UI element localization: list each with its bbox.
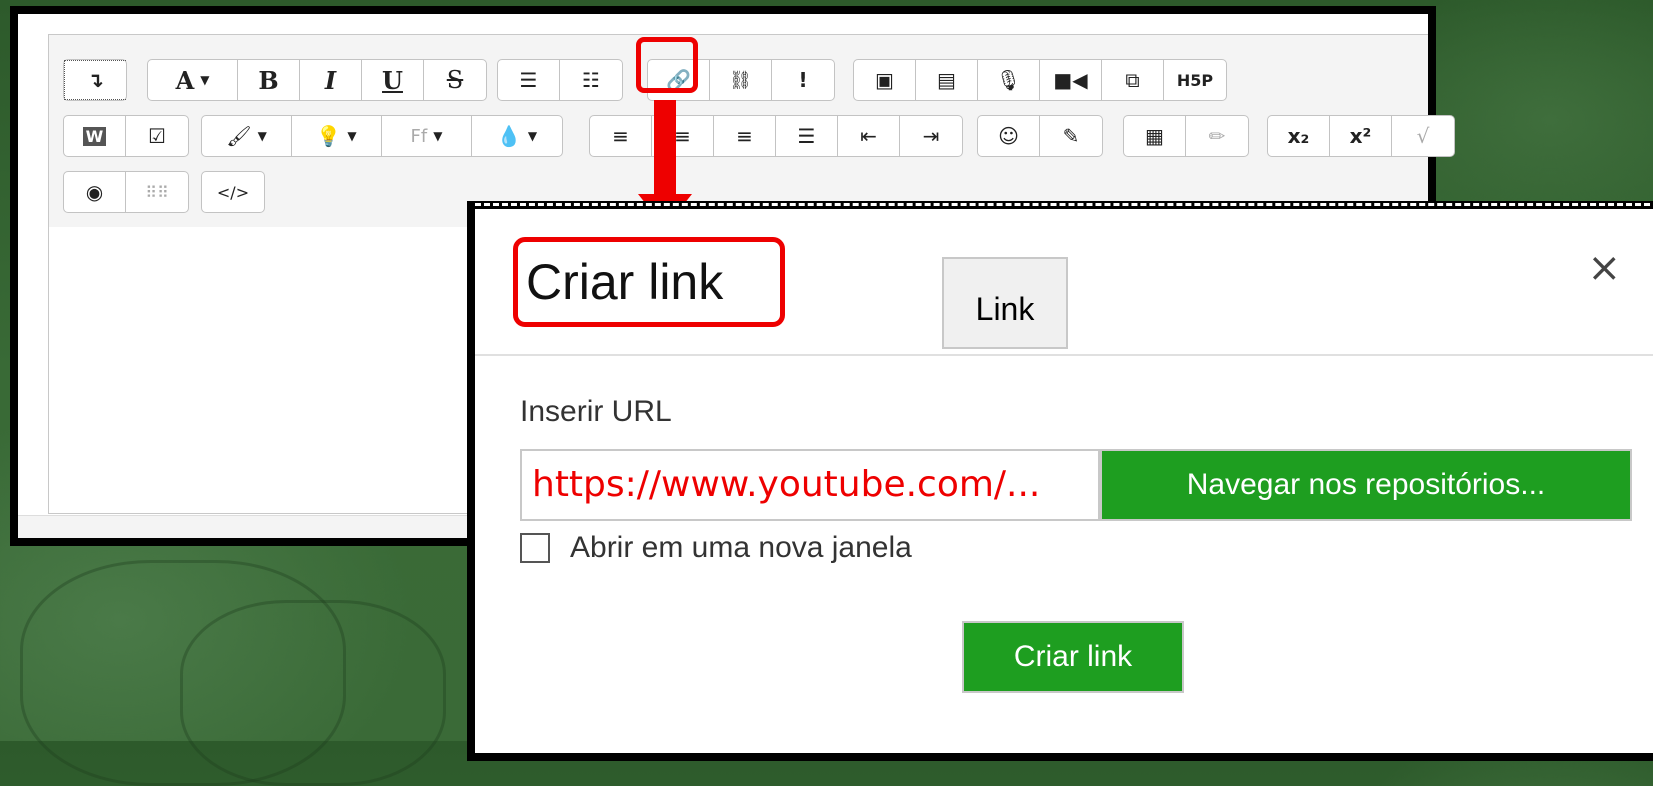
annotation-arrow-shaft <box>654 100 676 196</box>
dialog-header: Criar link Link × <box>475 209 1653 356</box>
manage-files-button[interactable]: ⧉ <box>1102 60 1164 100</box>
paste-from-word-button[interactable]: W <box>64 116 126 156</box>
collapse-toolbar-button[interactable]: ↴ <box>64 60 126 100</box>
screen-reader-helper-button[interactable]: ⠿⠿ <box>126 172 188 212</box>
chevron-down-icon: ▼ <box>347 129 357 143</box>
table-icon: ▦ <box>1145 124 1164 148</box>
braille-icon: ⠿⠿ <box>145 182 169 202</box>
bullet-list-button[interactable]: ☰ <box>498 60 560 100</box>
toolbar-group-paste: W ☑ <box>63 115 189 157</box>
toolbar-group-insert: ☺ ✎ <box>977 115 1103 157</box>
browse-repositories-button[interactable]: Navegar nos repositórios... <box>1100 449 1632 521</box>
chevron-down-icon: ▼ <box>433 129 443 143</box>
emoji-button[interactable]: ☺ <box>978 116 1040 156</box>
bullet-list-icon: ☰ <box>519 68 538 92</box>
accessibility-icon: ◉ <box>85 180 104 204</box>
superscript-button[interactable]: x² <box>1330 116 1392 156</box>
indent-button[interactable]: ⇥ <box>900 116 962 156</box>
lightbulb-icon: 💡 <box>316 124 342 148</box>
toolbar-group-table: ▦ ✏ <box>1123 115 1249 157</box>
image-icon: ▣ <box>875 68 894 92</box>
subscript-button[interactable]: x₂ <box>1268 116 1330 156</box>
dialog-border-dots <box>475 727 1653 730</box>
toolbar-group-collapse: ↴ <box>63 59 127 101</box>
pencil-icon: ✏ <box>1208 124 1226 148</box>
unlink-button[interactable]: ⛓ <box>710 60 772 100</box>
media-icon: ▤ <box>937 68 956 92</box>
numbered-list-button[interactable]: ☷ <box>560 60 622 100</box>
strikethrough-button[interactable]: S <box>424 60 486 100</box>
align-right-button[interactable]: ≡ <box>714 116 776 156</box>
paintbrush-icon: 🖌 <box>226 124 252 148</box>
dialog-border-dots <box>475 203 1653 206</box>
video-camera-icon: ■◀ <box>1053 68 1088 92</box>
align-center-icon: ≡ <box>674 124 691 148</box>
paintbrush-button[interactable]: 🖌 ▼ <box>202 116 292 156</box>
microphone-icon: 🎙 <box>995 68 1022 92</box>
outdent-button[interactable]: ⇤ <box>838 116 900 156</box>
url-label: Inserir URL <box>520 395 672 428</box>
pencil-button[interactable]: ✏ <box>1186 116 1248 156</box>
new-window-label: Abrir em uma nova janela <box>570 531 912 564</box>
outdent-icon: ⇤ <box>860 124 877 148</box>
toolbar-group-html: </> <box>201 171 265 213</box>
record-video-button[interactable]: ■◀ <box>1040 60 1102 100</box>
link-button-highlight <box>636 37 698 93</box>
chevron-down-icon: ▼ <box>200 73 210 87</box>
align-right-icon: ≡ <box>736 124 753 148</box>
smiley-icon: ☺ <box>998 124 1019 148</box>
bold-button[interactable]: B <box>238 60 300 100</box>
tab-link[interactable]: Link <box>942 257 1068 349</box>
new-window-checkbox[interactable] <box>520 533 550 563</box>
create-link-button[interactable]: Criar link <box>962 621 1184 693</box>
table-button[interactable]: ▦ <box>1124 116 1186 156</box>
toolbar-group-format: 🖌 ▼ 💡 ▼ Ff ▼ 💧 ▼ <box>201 115 563 157</box>
checklist-button[interactable]: ☑ <box>126 116 188 156</box>
align-left-icon: ≡ <box>612 124 629 148</box>
accessibility-checker-button[interactable]: ◉ <box>64 172 126 212</box>
no-autolink-button[interactable]: ! <box>772 60 834 100</box>
checklist-icon: ☑ <box>148 124 166 148</box>
align-left-button[interactable]: ≡ <box>590 116 652 156</box>
font-color-button[interactable]: A ▼ <box>148 60 238 100</box>
background-color-button[interactable]: 💧 ▼ <box>472 116 562 156</box>
toolbar-group-accessibility: ◉ ⠿⠿ <box>63 171 189 213</box>
edit-button[interactable]: ✎ <box>1040 116 1102 156</box>
dialog-title: Criar link <box>513 237 785 327</box>
close-icon[interactable]: × <box>1587 245 1621 291</box>
insert-media-button[interactable]: ▤ <box>916 60 978 100</box>
unlink-icon: ⛓ <box>729 69 752 91</box>
background-texture <box>180 600 446 786</box>
insert-image-button[interactable]: ▣ <box>854 60 916 100</box>
toolbar-group-style: A ▼ B I U S <box>147 59 487 101</box>
justify-button[interactable]: ☰ <box>776 116 838 156</box>
url-input[interactable]: https://www.youtube.com/... <box>520 449 1100 521</box>
pencil-square-icon: ✎ <box>1062 124 1080 148</box>
toolbar-group-math: x₂ x² √ <box>1267 115 1455 157</box>
lightbulb-button[interactable]: 💡 ▼ <box>292 116 382 156</box>
editor-toolbar: ↴ A ▼ B I U S ☰ ☷ 🔗 ⛓ ! ▣ ▤ 🎙 ■◀ ⧉ H5P W… <box>49 35 1455 229</box>
toolbar-group-media: ▣ ▤ 🎙 ■◀ ⧉ H5P <box>853 59 1227 101</box>
equation-button[interactable]: √ <box>1392 116 1454 156</box>
arrow-down-icon: ↴ <box>87 68 104 92</box>
copy-files-icon: ⧉ <box>1125 68 1140 92</box>
font-family-button[interactable]: Ff ▼ <box>382 116 472 156</box>
indent-icon: ⇥ <box>922 124 940 148</box>
toolbar-group-align: ≡ ≡ ≡ ☰ ⇤ ⇥ <box>589 115 963 157</box>
create-link-dialog: Criar link Link × Inserir URL https://ww… <box>467 201 1653 761</box>
chevron-down-icon: ▼ <box>527 129 538 143</box>
underline-button[interactable]: U <box>362 60 424 100</box>
numbered-list-icon: ☷ <box>582 68 600 92</box>
chevron-down-icon: ▼ <box>257 129 267 143</box>
justify-icon: ☰ <box>797 124 816 148</box>
url-row: https://www.youtube.com/... Navegar nos … <box>520 449 1632 521</box>
italic-button[interactable]: I <box>300 60 362 100</box>
html-source-button[interactable]: </> <box>202 172 264 212</box>
record-audio-button[interactable]: 🎙 <box>978 60 1040 100</box>
drop-icon: 💧 <box>496 124 522 148</box>
new-window-option: Abrir em uma nova janela <box>520 531 912 565</box>
h5p-button[interactable]: H5P <box>1164 60 1226 100</box>
toolbar-group-lists: ☰ ☷ <box>497 59 623 101</box>
